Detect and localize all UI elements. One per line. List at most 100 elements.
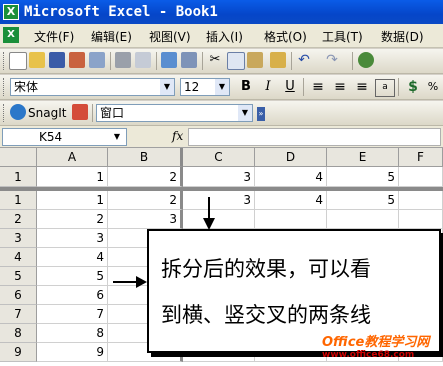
toolbar-options-icon[interactable]: » <box>257 107 265 121</box>
name-box[interactable]: K54 ▼ <box>2 128 127 146</box>
print-preview-icon[interactable] <box>135 52 151 68</box>
menu-insert[interactable]: 插入(I) <box>206 28 243 45</box>
cell[interactable]: 2 <box>108 191 183 210</box>
window-combo[interactable]: 窗口 ▼ <box>96 104 253 122</box>
menu-data[interactable]: 数据(D) <box>381 28 424 45</box>
align-left-icon[interactable]: ≡ <box>309 78 327 96</box>
row-header[interactable]: 7 <box>0 305 37 324</box>
row-header[interactable]: 3 <box>0 229 37 248</box>
snagit-label[interactable]: SnagIt <box>28 106 66 120</box>
bold-button[interactable]: B <box>237 78 255 96</box>
permission-icon[interactable] <box>69 52 85 68</box>
underline-button[interactable]: U <box>281 78 299 96</box>
percent-icon[interactable]: % <box>424 78 442 96</box>
toolbar-grip[interactable] <box>3 52 7 70</box>
paste-icon[interactable] <box>247 52 263 68</box>
cell[interactable]: 4 <box>255 191 327 210</box>
snagit-toolbar: SnagIt 窗口 ▼ » <box>0 101 443 126</box>
chevron-down-icon[interactable]: ▼ <box>238 105 252 121</box>
menu-view[interactable]: 视图(V) <box>149 28 191 45</box>
cell[interactable]: 4 <box>255 167 327 187</box>
formatting-toolbar: 宋体 ▼ 12 ▼ B I U ≡ ≡ ≡ a $ % <box>0 75 443 100</box>
cell[interactable]: 5 <box>37 267 108 286</box>
callout-line-1: 拆分后的效果，可以看 <box>161 257 371 281</box>
row-header[interactable]: 2 <box>0 210 37 229</box>
redo-icon[interactable]: ↷ <box>324 52 340 68</box>
column-header[interactable]: C <box>183 148 255 167</box>
menu-tools[interactable]: 工具(T) <box>322 28 363 45</box>
cell[interactable]: 7 <box>37 305 108 324</box>
save-icon[interactable] <box>49 52 65 68</box>
undo-icon[interactable]: ↶ <box>296 52 312 68</box>
standard-toolbar: ✂ ↶ ↷ <box>0 49 443 74</box>
cell[interactable]: 3 <box>108 210 183 229</box>
cut-icon[interactable]: ✂ <box>207 52 223 68</box>
spelling-icon[interactable] <box>161 52 177 68</box>
cell[interactable]: 1 <box>37 167 108 187</box>
function-icon[interactable]: fx <box>172 129 183 143</box>
column-header[interactable]: A <box>37 148 108 167</box>
cell[interactable] <box>399 167 443 187</box>
font-combo[interactable]: 宋体 ▼ <box>10 78 175 96</box>
select-all-corner[interactable] <box>0 148 37 167</box>
research-icon[interactable] <box>181 52 197 68</box>
cell[interactable]: 9 <box>37 343 108 362</box>
cell[interactable] <box>183 210 255 229</box>
cell[interactable]: 3 <box>183 191 255 210</box>
open-icon[interactable] <box>29 52 45 68</box>
toolbar-grip[interactable] <box>3 104 7 122</box>
column-header[interactable]: E <box>327 148 399 167</box>
format-painter-icon[interactable] <box>270 52 286 68</box>
align-center-icon[interactable]: ≡ <box>331 78 349 96</box>
menu-file[interactable]: 文件(F) <box>34 28 74 45</box>
formula-input[interactable] <box>188 128 441 146</box>
menu-edit[interactable]: 编辑(E) <box>91 28 132 45</box>
copy-icon[interactable] <box>227 52 245 70</box>
italic-button[interactable]: I <box>259 78 277 96</box>
align-right-icon[interactable]: ≡ <box>353 78 371 96</box>
cell[interactable]: 6 <box>37 286 108 305</box>
cell[interactable] <box>327 210 399 229</box>
row-header[interactable]: 1 <box>0 167 37 187</box>
cell[interactable] <box>255 210 327 229</box>
email-icon[interactable] <box>89 52 105 68</box>
toolbar-grip[interactable] <box>3 78 7 96</box>
cell[interactable]: 8 <box>37 324 108 343</box>
cell[interactable]: 1 <box>37 191 108 210</box>
cell[interactable]: 5 <box>327 191 399 210</box>
column-header[interactable]: D <box>255 148 327 167</box>
column-header[interactable]: B <box>108 148 183 167</box>
cell[interactable] <box>399 210 443 229</box>
column-header[interactable]: F <box>399 148 443 167</box>
chevron-down-icon[interactable]: ▼ <box>160 79 174 95</box>
snagit-capture-icon[interactable] <box>72 104 88 120</box>
workbook-icon[interactable]: X <box>3 27 19 43</box>
row-header[interactable]: 4 <box>0 248 37 267</box>
cell[interactable]: 4 <box>37 248 108 267</box>
snagit-icon[interactable] <box>10 104 26 120</box>
chevron-down-icon[interactable]: ▼ <box>215 79 229 95</box>
row-header[interactable]: 6 <box>0 286 37 305</box>
new-icon[interactable] <box>9 52 27 70</box>
row-header[interactable]: 8 <box>0 324 37 343</box>
row-header[interactable]: 5 <box>0 267 37 286</box>
cell[interactable]: 2 <box>37 210 108 229</box>
font-size-combo[interactable]: 12 ▼ <box>180 78 230 96</box>
hyperlink-icon[interactable] <box>358 52 374 68</box>
cell[interactable]: 3 <box>37 229 108 248</box>
watermark-url: www.office68.com <box>322 350 415 360</box>
print-icon[interactable] <box>115 52 131 68</box>
row-header[interactable]: 9 <box>0 343 37 362</box>
chevron-down-icon[interactable]: ▼ <box>114 129 120 145</box>
cell[interactable] <box>399 191 443 210</box>
font-name: 宋体 <box>14 80 39 94</box>
cell[interactable]: 5 <box>327 167 399 187</box>
row-header[interactable]: 1 <box>0 191 37 210</box>
cell[interactable]: 2 <box>108 167 183 187</box>
cell[interactable]: 3 <box>183 167 255 187</box>
excel-app-icon: X <box>3 4 19 20</box>
name-box-value: K54 <box>39 130 63 144</box>
currency-icon[interactable]: $ <box>404 78 422 96</box>
merge-center-icon[interactable]: a <box>375 79 395 97</box>
menu-format[interactable]: 格式(O) <box>264 28 307 45</box>
